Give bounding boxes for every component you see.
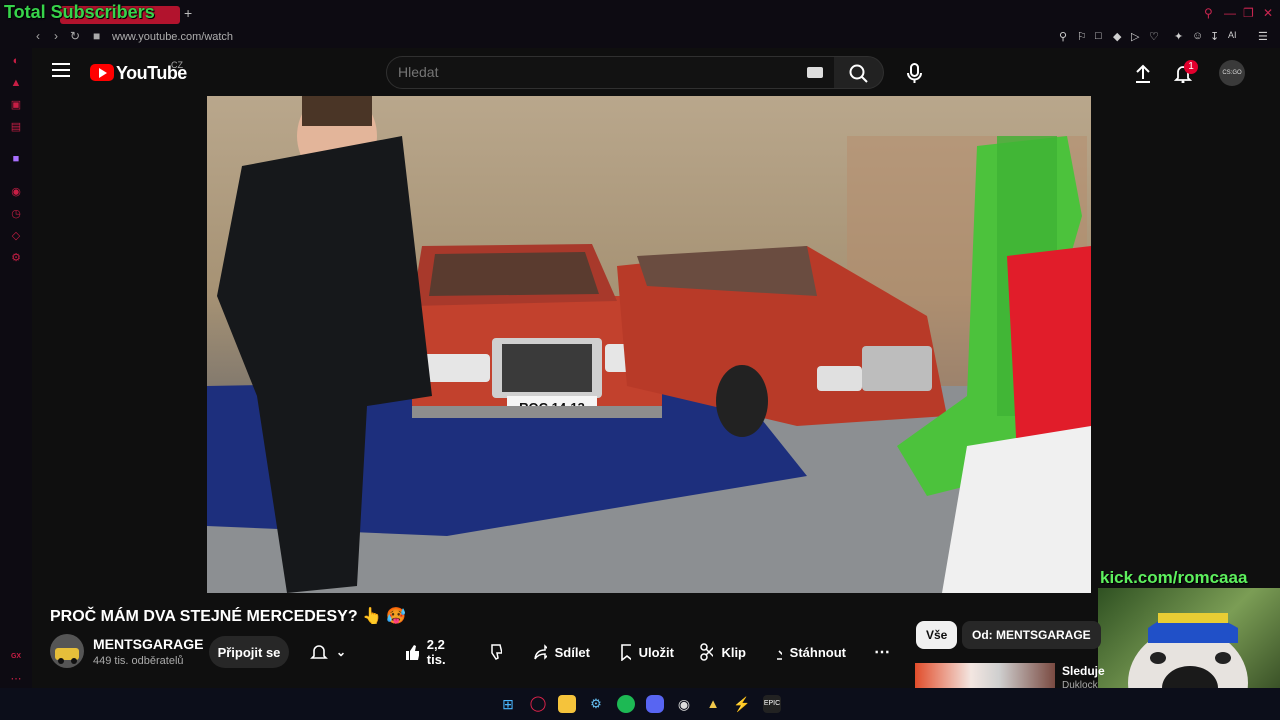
more-sidebar-icon[interactable]: ⋯ bbox=[9, 672, 23, 686]
video-player[interactable]: ROC 14-13 bbox=[207, 96, 1091, 593]
channel-avatar[interactable] bbox=[50, 634, 84, 668]
easy-setup-icon[interactable]: ☰ bbox=[1258, 30, 1268, 43]
subscriber-count: 449 tis. odběratelů bbox=[93, 655, 184, 667]
join-button[interactable]: Připojit se bbox=[209, 636, 289, 668]
search-input[interactable] bbox=[398, 64, 778, 80]
voice-search-button[interactable] bbox=[898, 56, 932, 90]
browser-search-icon[interactable]: ⚲ bbox=[1204, 6, 1213, 20]
notification-count-badge: 1 bbox=[1184, 60, 1198, 74]
stream-overlay-link: kick.com/romcaaa bbox=[1100, 568, 1248, 587]
video-title: PROČ MÁM DVA STEJNÉ MERCEDESY? 👆 🥵 bbox=[50, 608, 407, 625]
heart-icon[interactable]: ♡ bbox=[1149, 30, 1159, 43]
snapshot-icon[interactable]: □ bbox=[1095, 30, 1102, 42]
recommended-video-title[interactable]: Sleduje bbox=[1062, 664, 1105, 678]
join-button-label: Připojit se bbox=[217, 644, 281, 660]
save-label: Uložit bbox=[638, 644, 674, 660]
gx-control-icon[interactable]: GX bbox=[9, 650, 23, 664]
start-menu-icon[interactable]: ⊞ bbox=[499, 695, 517, 713]
chip-all-label: Vše bbox=[926, 628, 948, 642]
share-label: Sdílet bbox=[554, 644, 590, 660]
zoom-icon[interactable]: ⚲ bbox=[1059, 30, 1067, 43]
download-manager-icon[interactable]: ↧ bbox=[1210, 30, 1219, 43]
url-text[interactable]: www.youtube.com/watch bbox=[112, 31, 233, 43]
chip-from-channel[interactable]: Od: MENTSGARAGE bbox=[962, 621, 1101, 649]
download-icon bbox=[777, 650, 782, 660]
extensions-icon[interactable]: ✦ bbox=[1174, 30, 1183, 43]
chevron-down-icon: ⌄ bbox=[335, 645, 346, 659]
keyboard-icon[interactable] bbox=[807, 67, 823, 78]
microphone-icon bbox=[907, 63, 922, 83]
opera-gx-taskbar-icon[interactable]: ◯ bbox=[529, 695, 547, 713]
back-icon[interactable]: ‹ bbox=[36, 29, 40, 43]
search-button[interactable] bbox=[834, 56, 884, 89]
news-icon[interactable]: ▤ bbox=[9, 120, 23, 134]
maximize-icon[interactable]: ❐ bbox=[1243, 6, 1254, 20]
stream-overlay-title: Total Subscribers bbox=[4, 2, 155, 22]
save-button[interactable]: Uložit bbox=[606, 636, 686, 668]
account-avatar[interactable]: CS:GO bbox=[1219, 60, 1245, 86]
youtube-logo-icon[interactable] bbox=[90, 64, 114, 81]
subscription-bell-button[interactable]: ⌄ bbox=[298, 636, 358, 668]
country-code: CZ bbox=[171, 60, 183, 70]
recommended-video-thumbnail[interactable] bbox=[915, 663, 1055, 688]
messenger-icon[interactable]: ▣ bbox=[9, 98, 23, 112]
extensions-sidebar-icon[interactable]: ◇ bbox=[9, 229, 23, 243]
player-icon[interactable]: ▷ bbox=[1131, 30, 1139, 43]
file-explorer-icon[interactable] bbox=[558, 695, 576, 713]
more-actions-icon[interactable]: ⋯ bbox=[862, 636, 898, 668]
chip-from-channel-label: Od: MENTSGARAGE bbox=[972, 628, 1091, 642]
account-icon[interactable]: ☺ bbox=[1192, 30, 1203, 42]
speed-dial-icon[interactable]: ◐ bbox=[9, 54, 23, 68]
forward-icon[interactable]: › bbox=[54, 29, 58, 43]
bag-icon[interactable]: ▲ bbox=[9, 76, 23, 90]
like-button[interactable]: 2,2 tis. bbox=[392, 636, 472, 668]
dislike-button[interactable] bbox=[474, 636, 514, 668]
clip-button[interactable]: Klip bbox=[688, 636, 758, 668]
share-button[interactable]: Sdílet bbox=[522, 636, 602, 668]
reload-icon[interactable]: ↻ bbox=[70, 29, 80, 43]
close-window-icon[interactable]: ✕ bbox=[1263, 6, 1273, 20]
shield-icon[interactable]: ◆ bbox=[1113, 30, 1121, 43]
search-icon bbox=[849, 64, 868, 83]
download-button[interactable]: Stáhnout bbox=[763, 636, 858, 668]
bookmark-icon[interactable]: ⚐ bbox=[1077, 30, 1087, 43]
epic-games-icon[interactable]: EPIC bbox=[763, 695, 781, 713]
windows-taskbar bbox=[0, 688, 1280, 720]
thumbs-up-icon bbox=[406, 645, 419, 660]
settings-icon[interactable]: ⚙ bbox=[9, 251, 23, 265]
chip-all[interactable]: Vše bbox=[916, 621, 958, 649]
spotify-icon[interactable] bbox=[617, 695, 635, 713]
twitch-icon[interactable]: ■ bbox=[9, 152, 23, 166]
channel-name[interactable]: MENTSGARAGE bbox=[93, 636, 203, 652]
obs-icon[interactable]: ◉ bbox=[675, 695, 693, 713]
download-label: Stáhnout bbox=[789, 644, 846, 660]
new-tab-icon[interactable]: + bbox=[184, 5, 192, 21]
channel-avatar-image bbox=[55, 648, 79, 664]
bell-icon bbox=[310, 645, 328, 659]
upload-icon[interactable] bbox=[1134, 63, 1152, 83]
thumbs-down-icon bbox=[491, 644, 502, 660]
app-bolt-icon[interactable]: ⚡ bbox=[733, 695, 751, 713]
history-icon[interactable]: ◷ bbox=[9, 207, 23, 221]
clip-label: Klip bbox=[721, 644, 746, 660]
ai-icon[interactable]: AI bbox=[1228, 30, 1237, 40]
video-frame-garage: ROC 14-13 bbox=[207, 96, 1091, 593]
discord-icon[interactable] bbox=[646, 695, 664, 713]
share-icon bbox=[534, 644, 547, 660]
browser-sidebar bbox=[0, 48, 32, 688]
app-icon[interactable]: ▲ bbox=[704, 695, 722, 713]
player-sidebar-icon[interactable]: ◉ bbox=[9, 185, 23, 199]
steam-icon[interactable]: ⚙ bbox=[587, 695, 605, 713]
like-count: 2,2 tis. bbox=[426, 637, 446, 667]
hamburger-menu-icon[interactable] bbox=[52, 63, 70, 77]
lock-icon: ■ bbox=[93, 29, 101, 43]
minimize-icon[interactable]: — bbox=[1224, 6, 1236, 20]
save-icon bbox=[621, 644, 631, 661]
scissors-icon bbox=[700, 643, 714, 661]
